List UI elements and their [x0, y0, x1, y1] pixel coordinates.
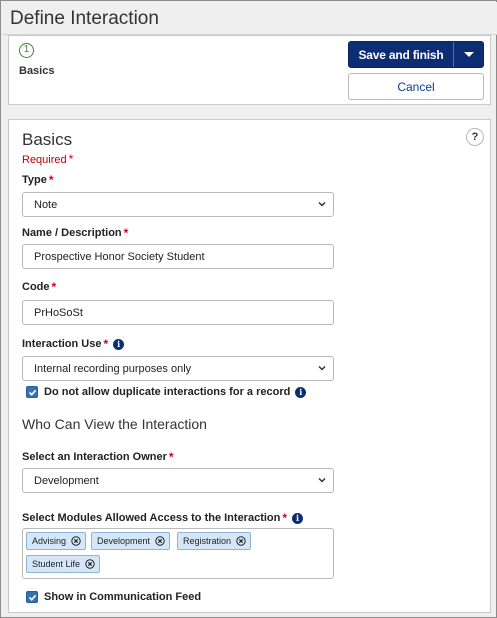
interaction-use-value: Internal recording purposes only	[34, 362, 192, 375]
code-label-text: Code	[22, 281, 50, 293]
no-duplicates-label[interactable]: Do not allow duplicate interactions for …	[44, 386, 290, 398]
required-note: Required *	[22, 152, 73, 166]
info-circle-icon[interactable]: i	[295, 386, 307, 398]
required-marker: *	[168, 450, 174, 464]
no-duplicates-checkbox[interactable]	[26, 386, 38, 398]
code-value: PrHoSoSt	[34, 306, 83, 319]
modules-label: Select Modules Allowed Access to the Int…	[22, 511, 304, 525]
checkmark-icon	[28, 389, 36, 396]
close-circle-icon[interactable]	[236, 536, 246, 546]
module-tag-label: Registration	[183, 536, 232, 546]
owner-label: Select an Interaction Owner *	[22, 450, 174, 464]
name-description-field[interactable]: Prospective Honor Society Student	[22, 244, 334, 269]
header-card: 1 Basics Save and finish Cancel	[8, 35, 491, 105]
name-description-value: Prospective Honor Society Student	[34, 250, 205, 263]
required-marker: *	[282, 511, 288, 525]
module-tag-label: Student Life	[32, 559, 81, 569]
type-label-text: Type	[22, 174, 47, 186]
basics-card: Basics ? Required * Type * Note Name / Des…	[8, 119, 491, 613]
show-in-feed-label[interactable]: Show in Communication Feed	[44, 591, 201, 603]
close-circle-icon[interactable]	[85, 559, 95, 569]
step-label[interactable]: Basics	[19, 65, 54, 77]
module-tag-label: Advising	[32, 536, 67, 546]
code-label: Code *	[22, 280, 56, 294]
required-marker: *	[123, 226, 129, 240]
code-field[interactable]: PrHoSoSt	[22, 300, 334, 325]
section-title-basics: Basics	[22, 130, 73, 149]
title-bar: Define Interaction	[2, 2, 497, 35]
show-in-feed-row: Show in Communication Feed	[26, 591, 201, 603]
page-title: Define Interaction	[10, 8, 159, 29]
module-tag: Development	[91, 532, 171, 550]
checkmark-icon	[28, 594, 36, 601]
type-label: Type *	[22, 173, 54, 187]
required-marker: *	[48, 173, 54, 187]
dialog-window: Define Interaction 1 Basics Save and fin…	[0, 0, 497, 618]
type-select[interactable]: Note	[22, 192, 334, 217]
close-circle-icon[interactable]	[155, 536, 165, 546]
module-tag: Advising	[26, 532, 87, 550]
interaction-use-select[interactable]: Internal recording purposes only	[22, 356, 334, 381]
module-tag: Student Life	[26, 555, 101, 573]
modules-label-text: Select Modules Allowed Access to the Int…	[22, 512, 281, 524]
close-circle-icon[interactable]	[71, 536, 81, 546]
info-circle-icon[interactable]: i	[113, 338, 125, 350]
interaction-use-label: Interaction Use * i	[22, 337, 125, 351]
save-and-finish-split-button: Save and finish	[348, 41, 484, 68]
show-in-feed-checkbox[interactable]	[26, 591, 38, 603]
step-indicator[interactable]: 1	[19, 43, 34, 58]
info-circle-icon[interactable]: i	[292, 512, 304, 524]
cancel-button[interactable]: Cancel	[348, 73, 484, 100]
interaction-use-label-text: Interaction Use	[22, 338, 102, 350]
required-note-label: Required	[22, 154, 67, 166]
chevron-down-icon	[318, 201, 326, 207]
type-select-value: Note	[34, 198, 58, 211]
name-label-text: Name / Description	[22, 227, 122, 239]
required-marker: *	[51, 280, 57, 294]
owner-value: Development	[34, 474, 99, 487]
module-tag: Registration	[177, 532, 252, 550]
question-icon[interactable]: ?	[466, 128, 484, 146]
owner-select[interactable]: Development	[22, 468, 334, 493]
save-options-dropdown-button[interactable]	[454, 42, 483, 67]
chevron-down-icon	[318, 477, 326, 483]
required-marker: *	[68, 152, 74, 166]
module-tag-label: Development	[97, 536, 151, 546]
name-label: Name / Description *	[22, 226, 128, 240]
owner-label-text: Select an Interaction Owner	[22, 451, 167, 463]
required-marker: *	[103, 337, 109, 351]
no-duplicates-row: Do not allow duplicate interactions for …	[26, 386, 307, 398]
chevron-down-icon	[318, 365, 326, 371]
section-title-visibility: Who Can View the Interaction	[22, 416, 207, 432]
modules-multiselect[interactable]: Advising Development Registration Studen…	[22, 528, 334, 579]
save-and-finish-button[interactable]: Save and finish	[349, 42, 454, 67]
caret-down-icon	[463, 52, 474, 57]
